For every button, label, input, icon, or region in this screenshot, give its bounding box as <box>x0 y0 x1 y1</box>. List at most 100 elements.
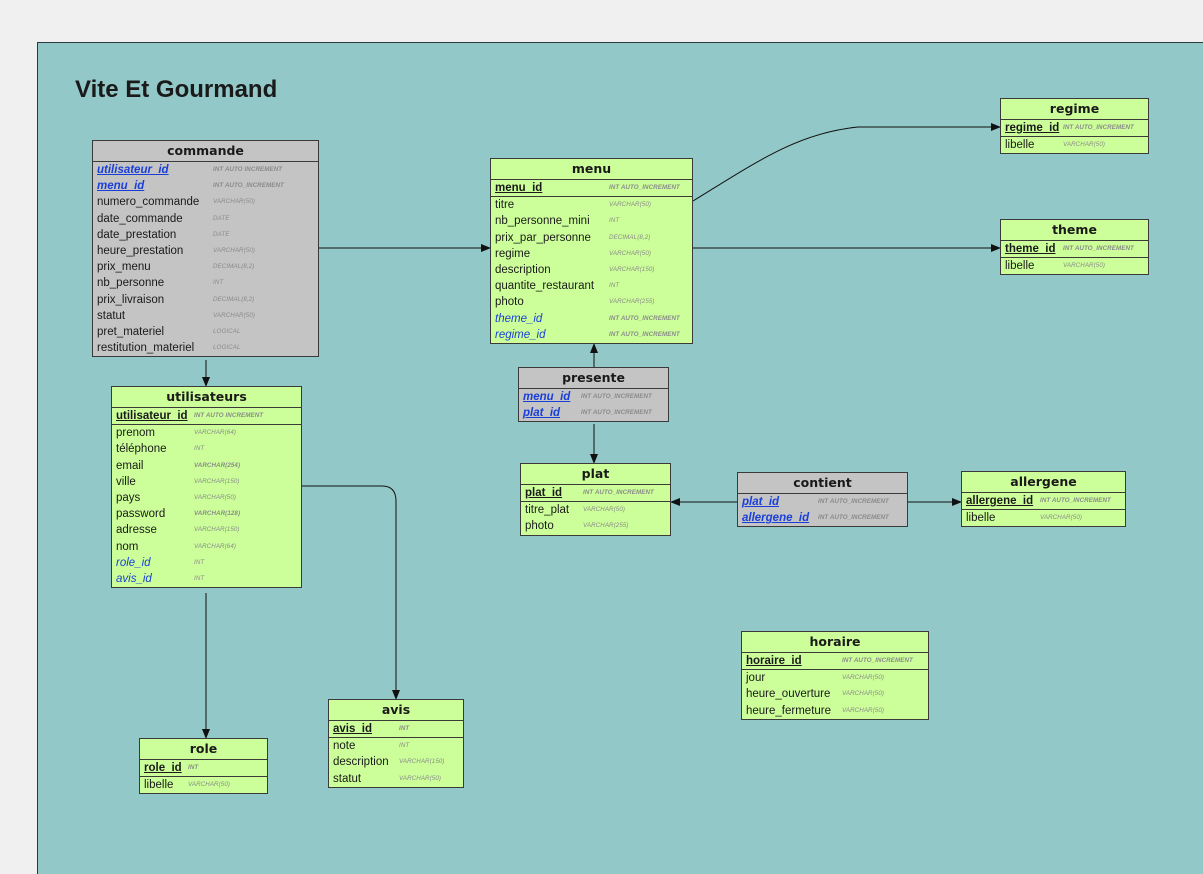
entity-role[interactable]: rolerole_idINTlibelleVARCHAR(50) <box>139 738 268 794</box>
field-name: jour <box>746 670 765 686</box>
field-row: libelle VARCHAR(50) <box>962 510 1125 526</box>
field-name: nb_personne_mini <box>495 213 590 229</box>
field-name: libelle <box>966 510 995 526</box>
field-name: libelle <box>144 777 173 793</box>
field-row: menu_idINT AUTO_INCREMENT <box>491 180 692 197</box>
field-row: theme_idINT AUTO_INCREMENT <box>1001 241 1148 258</box>
field-row: villeVARCHAR(150) <box>112 474 301 490</box>
entity-title: regime <box>1001 99 1148 120</box>
field-name: role_id <box>116 555 151 571</box>
entity-allergene[interactable]: allergeneallergene_idINT AUTO_INCREMENTl… <box>961 471 1126 527</box>
field-row: pret_materielLOGICAL <box>93 324 318 340</box>
field-type: INT AUTO_INCREMENT <box>609 327 680 343</box>
entity-utilisateurs[interactable]: utilisateursutilisateur_idINT AUTO INCRE… <box>111 386 302 588</box>
field-name: numero_commande <box>97 194 199 210</box>
field-type: INT AUTO_INCREMENT <box>818 510 889 526</box>
entity-regime[interactable]: regimeregime_idINT AUTO_INCREMENTlibelle… <box>1000 98 1149 154</box>
field-type: DATE <box>213 211 229 227</box>
field-type: DECIMAL(8,2) <box>213 259 254 275</box>
field-name: menu_id <box>495 180 542 196</box>
field-type: LOGICAL <box>213 324 241 340</box>
field-name: password <box>116 506 165 522</box>
field-type: VARCHAR(50) <box>842 686 884 702</box>
field-name: theme_id <box>495 311 542 327</box>
field-name: heure_ouverture <box>746 686 830 702</box>
field-type: VARCHAR(50) <box>399 771 441 787</box>
field-name: regime_id <box>495 327 546 343</box>
field-row: libelleVARCHAR(50) <box>1001 258 1148 274</box>
field-row: restitution_materielLOGICAL <box>93 340 318 356</box>
entity-title: allergene <box>962 472 1125 493</box>
field-row: allergene_id INT AUTO_INCREMENT <box>738 510 907 526</box>
field-type: VARCHAR(255) <box>609 294 655 310</box>
field-type: VARCHAR(254) <box>194 458 240 474</box>
field-row: role_id INT <box>112 555 301 571</box>
field-name: menu_id <box>97 178 144 194</box>
field-row: date_prestation DATE <box>93 227 318 243</box>
field-type: VARCHAR(50) <box>213 243 255 259</box>
entity-title: role <box>140 739 267 760</box>
entity-title: avis <box>329 700 463 721</box>
field-name: nb_personne <box>97 275 164 291</box>
field-type: INT <box>399 721 409 737</box>
field-type: VARCHAR(50) <box>842 703 884 719</box>
field-type: VARCHAR(128) <box>194 506 240 522</box>
field-row: téléphoneINT <box>112 441 301 457</box>
field-name: regime <box>495 246 530 262</box>
entity-presente[interactable]: presentemenu_idINT AUTO_INCREMENTplat_id… <box>518 367 669 422</box>
field-row: horaire_idINT AUTO_INCREMENT <box>742 653 928 670</box>
field-row: statutVARCHAR(50) <box>329 771 463 787</box>
field-row: descriptionVARCHAR(150) <box>491 262 692 278</box>
field-type: INT <box>194 555 204 571</box>
field-row: regime_id INT AUTO_INCREMENT <box>491 327 692 343</box>
field-type: INT AUTO_INCREMENT <box>609 311 680 327</box>
field-row: adresseVARCHAR(150) <box>112 522 301 538</box>
field-row: regimeVARCHAR(50) <box>491 246 692 262</box>
field-row: theme_id INT AUTO_INCREMENT <box>491 311 692 327</box>
field-name: allergene_id <box>966 493 1033 509</box>
field-row: heure_fermetureVARCHAR(50) <box>742 703 928 719</box>
field-type: INT <box>213 275 223 291</box>
entity-horaire[interactable]: horairehoraire_idINT AUTO_INCREMENTjourV… <box>741 631 929 720</box>
field-row: titreVARCHAR(50) <box>491 197 692 213</box>
field-row: avis_id INT <box>329 721 463 738</box>
field-type: VARCHAR(50) <box>1063 258 1105 274</box>
field-name: heure_prestation <box>97 243 183 259</box>
field-name: theme_id <box>1005 241 1056 257</box>
entity-menu[interactable]: menumenu_idINT AUTO_INCREMENTtitreVARCHA… <box>490 158 693 344</box>
field-row: heure_prestation VARCHAR(50) <box>93 243 318 259</box>
field-type: VARCHAR(50) <box>1040 510 1082 526</box>
field-type: DECIMAL(8,2) <box>213 292 254 308</box>
field-row: descriptionVARCHAR(150) <box>329 754 463 770</box>
field-row: prix_menuDECIMAL(8,2) <box>93 259 318 275</box>
relation-utilisateurs-avis <box>302 486 396 699</box>
field-name: allergene_id <box>742 510 809 526</box>
field-type: VARCHAR(150) <box>194 474 240 490</box>
entity-commande[interactable]: commandeutilisateur_idINT AUTO INCREMENT… <box>92 140 319 357</box>
field-name: avis_id <box>333 721 372 737</box>
field-type: DATE <box>213 227 229 243</box>
field-name: prenom <box>116 425 155 441</box>
field-row: noteINT <box>329 738 463 754</box>
field-row: statutVARCHAR(50) <box>93 308 318 324</box>
entity-contient[interactable]: contientplat_idINT AUTO_INCREMENTallerge… <box>737 472 908 527</box>
field-name: pays <box>116 490 140 506</box>
field-type: INT AUTO INCREMENT <box>194 408 263 424</box>
entity-theme[interactable]: themetheme_idINT AUTO_INCREMENTlibelleVA… <box>1000 219 1149 275</box>
field-row: numero_commandeVARCHAR(50) <box>93 194 318 210</box>
entity-title: plat <box>521 464 670 485</box>
field-type: INT AUTO_INCREMENT <box>583 485 654 501</box>
field-name: quantite_restaurant <box>495 278 594 294</box>
field-type: VARCHAR(50) <box>842 670 884 686</box>
entity-avis[interactable]: avisavis_id INTnoteINTdescriptionVARCHAR(… <box>328 699 464 788</box>
field-name: statut <box>97 308 125 324</box>
field-row: photoVARCHAR(255) <box>521 518 670 534</box>
field-name: date_prestation <box>97 227 176 243</box>
field-type: INT AUTO_INCREMENT <box>581 389 652 405</box>
field-type: INT <box>188 760 198 776</box>
field-row: plat_idINT AUTO_INCREMENT <box>519 405 668 421</box>
field-type: VARCHAR(50) <box>188 777 230 793</box>
field-name: libelle <box>1005 137 1034 153</box>
entity-plat[interactable]: platplat_idINT AUTO_INCREMENTtitre_platV… <box>520 463 671 536</box>
entity-title: theme <box>1001 220 1148 241</box>
